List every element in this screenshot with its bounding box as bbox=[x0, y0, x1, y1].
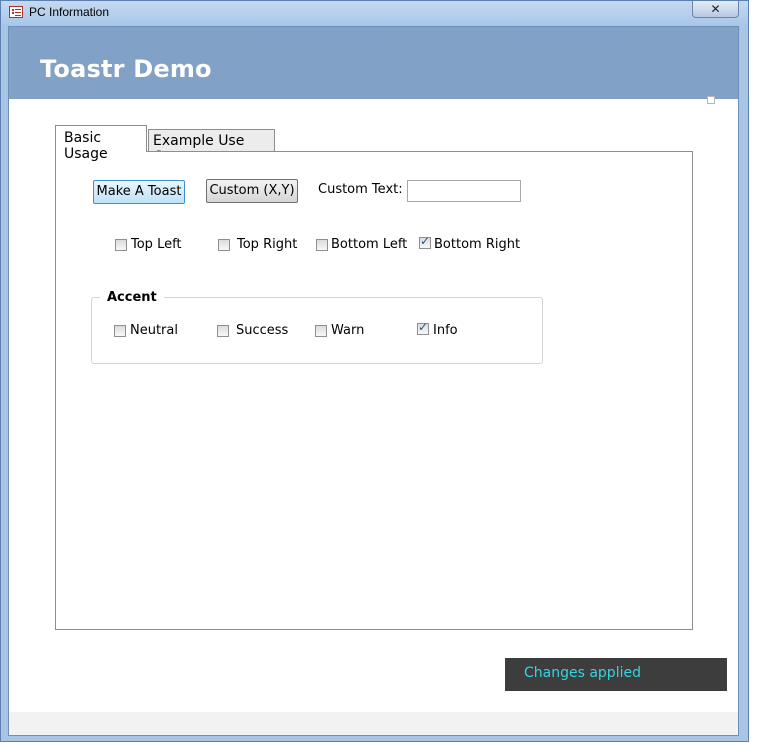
form-footer-band bbox=[9, 712, 738, 735]
top-right-checkbox[interactable] bbox=[218, 239, 230, 251]
info-checkbox[interactable] bbox=[417, 320, 429, 335]
custom-xy-button[interactable]: Custom (X,Y) bbox=[206, 179, 298, 203]
custom-text-label: Custom Text: bbox=[318, 182, 403, 197]
top-left-label: Top Left bbox=[131, 237, 182, 252]
toast-notification[interactable]: Changes applied bbox=[505, 658, 727, 691]
bottom-left-checkbox[interactable] bbox=[316, 239, 328, 251]
neutral-checkbox[interactable] bbox=[114, 325, 126, 337]
warn-label: Warn bbox=[331, 323, 365, 338]
accent-group-title: Accent bbox=[100, 290, 164, 305]
close-button[interactable]: ✕ bbox=[692, 1, 739, 18]
header-banner: Toastr Demo bbox=[9, 27, 738, 99]
warn-checkbox[interactable] bbox=[315, 325, 327, 337]
page-title: Toastr Demo bbox=[40, 55, 212, 83]
app-window: PC Information ✕ Toastr Demo Basic Usage… bbox=[0, 0, 749, 742]
neutral-label: Neutral bbox=[130, 323, 178, 338]
info-label: Info bbox=[433, 323, 458, 338]
tab-example-use-case[interactable]: Example Use Case bbox=[148, 129, 275, 165]
make-a-toast-button[interactable]: Make A Toast bbox=[93, 180, 185, 204]
title-bar[interactable]: PC Information bbox=[1, 1, 748, 25]
bottom-left-label: Bottom Left bbox=[331, 237, 408, 252]
form-icon bbox=[9, 6, 23, 18]
bottom-right-label: Bottom Right bbox=[434, 237, 521, 252]
success-label: Success bbox=[236, 323, 289, 338]
top-right-label: Top Right bbox=[237, 237, 298, 252]
top-left-checkbox[interactable] bbox=[115, 239, 127, 251]
form-client-area: Toastr Demo Basic Usage Example Use Case… bbox=[8, 26, 739, 736]
custom-text-input[interactable] bbox=[407, 180, 521, 202]
tab-panel bbox=[55, 151, 693, 630]
resize-marker bbox=[707, 96, 715, 104]
success-checkbox[interactable] bbox=[217, 325, 229, 337]
tab-basic-usage[interactable]: Basic Usage bbox=[55, 125, 147, 162]
bottom-right-checkbox[interactable] bbox=[419, 234, 431, 249]
window-title: PC Information bbox=[29, 5, 110, 19]
